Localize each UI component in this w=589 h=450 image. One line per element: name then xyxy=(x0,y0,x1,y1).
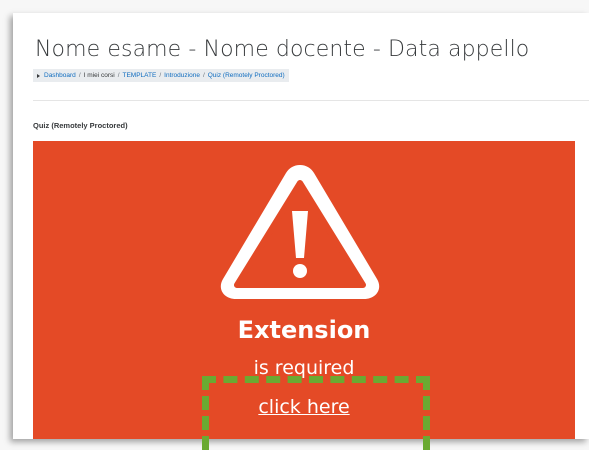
extension-required-banner: Extension is required click here xyxy=(33,141,575,439)
activity-label: Quiz (Remotely Proctored) xyxy=(33,121,128,130)
breadcrumb-item-dashboard[interactable]: Dashboard xyxy=(44,72,76,79)
quiz-page: Nome esame - Nome docente - Data appello… xyxy=(13,13,589,439)
warning-triangle-icon xyxy=(220,165,380,299)
required-text: is required xyxy=(253,357,355,379)
breadcrumb-item-template[interactable]: TEMPLATE xyxy=(123,72,157,79)
screenshot-frame: Nome esame - Nome docente - Data appello… xyxy=(0,0,589,450)
breadcrumb-item-quiz[interactable]: Quiz (Remotely Proctored) xyxy=(208,72,285,79)
breadcrumb-separator: / xyxy=(202,72,205,79)
breadcrumb-separator: / xyxy=(78,72,81,79)
breadcrumb-arrow-icon xyxy=(37,73,40,78)
breadcrumb-separator: / xyxy=(117,72,120,79)
header-divider xyxy=(33,100,589,101)
breadcrumb-separator: / xyxy=(159,72,162,79)
extension-heading: Extension xyxy=(237,316,371,344)
breadcrumb-item-introduction[interactable]: Introduzione xyxy=(164,72,200,79)
breadcrumb: Dashboard / I miei corsi / TEMPLATE / In… xyxy=(33,69,289,82)
page-title: Nome esame - Nome docente - Data appello xyxy=(35,37,530,62)
click-here-link[interactable]: click here xyxy=(33,396,575,418)
breadcrumb-item-my-courses: I miei corsi xyxy=(83,72,115,79)
